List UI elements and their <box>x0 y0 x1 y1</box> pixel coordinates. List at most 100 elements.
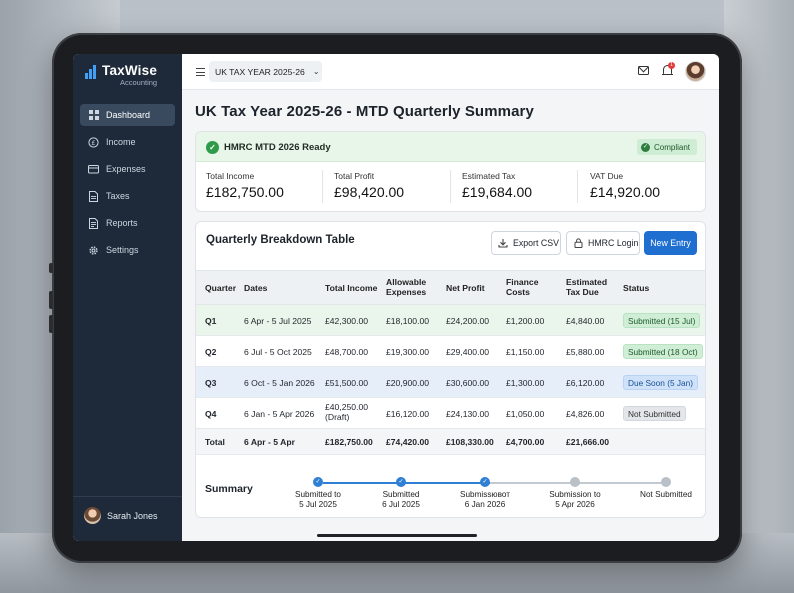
sidebar-item-taxes[interactable]: Taxes <box>80 185 175 207</box>
column-header: Finance Costs <box>506 277 539 297</box>
timeline-label: Submitted to 5 Jul 2025 <box>295 490 341 509</box>
sidebar-user-profile[interactable]: Sarah Jones <box>73 496 182 534</box>
table-header: Quarter Dates Total Income Allowable Expe… <box>196 270 705 305</box>
page-title: UK Tax Year 2025-26 - MTD Quarterly Summ… <box>195 103 534 120</box>
compliant-badge: ✓ Compliant <box>637 139 697 155</box>
cell-dates: 6 Oct - 5 Jan 2026 <box>244 378 315 388</box>
table-row[interactable]: Q1 6 Apr - 5 Jul 2025 £42,300.00 £18,100… <box>196 305 705 336</box>
sidebar-item-income[interactable]: £ Income <box>80 131 175 153</box>
cell-quarter: Q1 <box>205 316 217 326</box>
export-csv-label: Export CSV <box>513 238 559 248</box>
metric-label: VAT Due <box>590 171 624 181</box>
cell-quarter: Q2 <box>205 347 217 357</box>
device-button <box>49 315 53 333</box>
top-bar: UK TAX YEAR 2025-26 ⌄ 1 <box>182 54 719 90</box>
metric-estimated-tax: Estimated Tax £19,684.00 <box>462 171 532 200</box>
hmrc-login-button[interactable]: HMRC Login <box>566 231 640 255</box>
timeline-segment <box>406 482 490 484</box>
column-header: Status <box>623 283 650 293</box>
sidebar-item-reports[interactable]: Reports <box>80 212 175 234</box>
sidebar-item-label: Expenses <box>106 164 146 174</box>
column-header: Allowable Expenses <box>386 277 427 297</box>
cell-income: £48,700.00 <box>325 347 369 357</box>
metric-value: £14,920.00 <box>590 184 661 200</box>
document-icon <box>88 190 99 202</box>
wallet-icon <box>88 164 99 175</box>
download-icon <box>498 238 508 248</box>
timeline-segment <box>490 482 580 484</box>
cell-finance: £4,700.00 <box>506 437 545 447</box>
cell-tax: £4,840.00 <box>566 316 605 326</box>
metric-value: £182,750.00 <box>206 184 284 200</box>
hamburger-menu-icon[interactable] <box>196 68 205 79</box>
cell-tax: £5,880.00 <box>566 347 605 357</box>
sidebar-item-label: Dashboard <box>106 110 151 120</box>
timeline-segment <box>323 482 406 484</box>
cell-dates: 6 Apr - 5 Jul 2025 <box>244 316 312 326</box>
app-subtitle: Accounting <box>120 78 158 87</box>
gear-icon <box>88 245 99 256</box>
export-csv-button[interactable]: Export CSV <box>491 231 561 255</box>
table-row[interactable]: Q4 6 Jan - 5 Apr 2026 £40,250.00 (Draft)… <box>196 398 705 429</box>
summary-label: Summary <box>205 483 253 495</box>
sidebar-item-expenses[interactable]: Expenses <box>80 158 175 180</box>
table-row[interactable]: Q2 6 Jul - 5 Oct 2025 £48,700.00 £19,300… <box>196 336 705 367</box>
cell-tax: £6,120.00 <box>566 378 605 388</box>
timeline-segment <box>580 482 670 484</box>
cell-finance: £1,200.00 <box>506 316 545 326</box>
timeline-step-done-icon: ✓ <box>313 477 323 487</box>
new-entry-button[interactable]: New Entry <box>644 231 697 255</box>
metric-vat-due: VAT Due £14,920.00 <box>590 171 660 200</box>
column-header: Estimated Tax Due <box>566 277 608 297</box>
divider <box>322 170 323 203</box>
device-button <box>49 263 53 273</box>
sidebar-item-settings[interactable]: Settings <box>80 239 175 261</box>
chevron-down-icon: ⌄ <box>312 67 320 76</box>
metric-label: Estimated Tax <box>462 171 516 181</box>
tablet-device: TaxWise Accounting Dashboard £ Income Ex… <box>49 33 742 563</box>
quarterly-breakdown-card: Quarterly Breakdown Table Export CSV HMR… <box>195 221 706 518</box>
app-name: TaxWise <box>102 63 158 78</box>
cell-quarter: Q4 <box>205 409 217 419</box>
column-header: Total Income <box>325 283 378 293</box>
new-entry-label: New Entry <box>650 238 691 248</box>
tax-year-select[interactable]: UK TAX YEAR 2025-26 ⌄ <box>209 61 322 82</box>
cell-quarter: Total <box>205 437 225 447</box>
cell-tax: £21,666.00 <box>566 437 610 447</box>
divider <box>450 170 451 203</box>
metric-total-profit: Total Profit £98,420.00 <box>334 171 404 200</box>
user-name: Sarah Jones <box>107 510 158 521</box>
lock-icon <box>573 238 583 248</box>
metric-value: £19,684.00 <box>462 184 533 200</box>
check-circle-icon: ✓ <box>206 141 219 154</box>
sidebar-nav: Dashboard £ Income Expenses Taxes Report… <box>80 104 175 266</box>
table-row[interactable]: Q3 6 Oct - 5 Jan 2026 £51,500.00 £20,900… <box>196 367 705 398</box>
cell-profit: £24,200.00 <box>446 316 490 326</box>
column-header: Net Profit <box>446 283 485 293</box>
cell-finance: £1,050.00 <box>506 409 545 419</box>
status-badge: Submitted (18 Oct) <box>623 344 703 359</box>
metric-total-income: Total Income £182,750.00 <box>206 171 284 200</box>
svg-text:£: £ <box>91 139 95 147</box>
tax-year-value: UK TAX YEAR 2025-26 <box>215 66 305 77</box>
table-total-row: Total 6 Apr - 5 Apr £182,750.00 £74,420.… <box>196 429 705 455</box>
user-avatar[interactable] <box>685 61 706 82</box>
cell-dates: 6 Jan - 5 Apr 2026 <box>244 409 315 419</box>
sidebar-item-dashboard[interactable]: Dashboard <box>80 104 175 126</box>
cell-income: £182,750.00 <box>325 437 373 447</box>
mail-icon[interactable] <box>638 66 649 75</box>
cell-profit: £108,330.00 <box>446 437 494 447</box>
compliant-label: Compliant <box>654 142 691 152</box>
cell-expenses: £18,100.00 <box>386 316 430 326</box>
cell-profit: £30,600.00 <box>446 378 490 388</box>
cell-income: £51,500.00 <box>325 378 369 388</box>
column-header: Quarter <box>205 283 237 293</box>
timeline-label: Not Submitted <box>640 490 692 499</box>
cell-income: £40,250.00 (Draft) <box>325 402 369 422</box>
app-screen: TaxWise Accounting Dashboard £ Income Ex… <box>73 54 719 541</box>
timeline-label: Submissювот 6 Jan 2026 <box>460 490 510 509</box>
app-logo[interactable]: TaxWise Accounting <box>85 63 157 87</box>
column-header: Dates <box>244 283 268 293</box>
sidebar: TaxWise Accounting Dashboard £ Income Ex… <box>73 54 182 541</box>
cell-expenses: £74,420.00 <box>386 437 430 447</box>
